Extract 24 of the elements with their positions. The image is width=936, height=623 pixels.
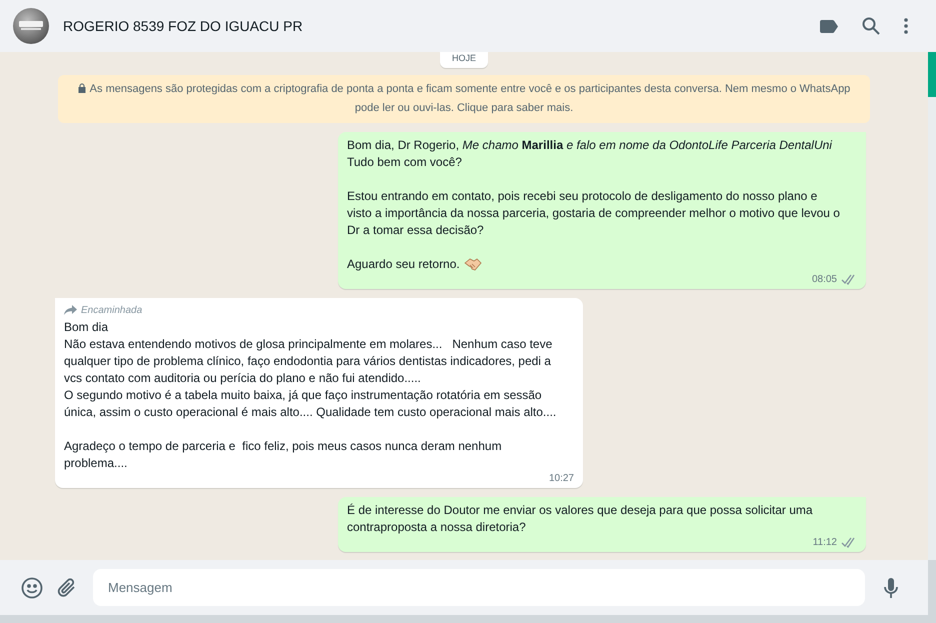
message-time: 10:27 [548, 472, 574, 486]
message-text: Agradeço o tempo de parceria e fico feliz, pois meus casos nunca deram nenhum problema.... [64, 438, 503, 472]
lock-icon [78, 82, 86, 92]
contact-name[interactable]: ROGERIO 8539 FOZ DO IGUACU PR [63, 16, 820, 36]
message-input[interactable]: Mensagem [93, 569, 865, 606]
message-time: 11:12 [812, 536, 837, 550]
message-time: 08:05 [812, 273, 837, 287]
date-chip: HOJE [440, 52, 488, 68]
message-text: Bom dia Não estava entendendo motivos de glosa principalmente em molares... Nenhum caso teve qualquer tipo de problema clínico, faço endodontia para vários dentistas indicadores, pedi a vcs contato com auditoria ou perícia do plano e não fui atendido..... O segundo motivo é a tabela muito baixa, já que faço instrumentação rotatória em sessão única, assim o custo operacional é mais alto.... Qualidade tem custo operacional mais alto.... [64, 318, 558, 420]
message-text: É de interesse do Doutor me enviar os valores que deseja para que possa solicitar uma contraproposta a nossa diretoria? [347, 502, 814, 536]
forwarded-label: Encaminhada [81, 304, 142, 318]
message-text: Aguardo seu retorno. [347, 256, 460, 272]
label-icon[interactable] [820, 20, 838, 32]
encryption-text: As mensagens são protegidas com a criptografia de ponta a ponta e ficam somente entre você e os participantes desta conversa. Nem mesmo o WhatsApp pode ler ou ouvi-las. Clique para saber mais. [90, 82, 850, 114]
scrollbar-thumb[interactable] [928, 52, 936, 97]
microphone-icon[interactable] [884, 578, 898, 598]
encryption-notice[interactable]: As mensagens são protegidas com a criptografia de ponta a ponta e ficam somente entre você e os participantes desta conversa. Nem mesmo o WhatsApp pode ler ou ouvi-las. Clique para saber mais. [58, 74, 870, 122]
message-text: Bom dia, Dr Rogerio, Me chamo Marillia e falo em nome da OdontoLife Parceria DentalUni Tudo bem com você? [347, 136, 832, 170]
avatar[interactable] [13, 8, 49, 44]
search-icon[interactable] [862, 17, 880, 35]
emoji-icon[interactable] [21, 576, 43, 598]
message-text: Estou entrando em contato, pois recebi seu protocolo de desligamento do nosso plano e visto a importância da nossa parceria, gostaria de compreender melhor o motivo que levou o Dr a tomar essa decisão? [347, 188, 841, 238]
menu-icon[interactable] [904, 18, 908, 34]
paperclip-icon[interactable] [57, 576, 77, 598]
